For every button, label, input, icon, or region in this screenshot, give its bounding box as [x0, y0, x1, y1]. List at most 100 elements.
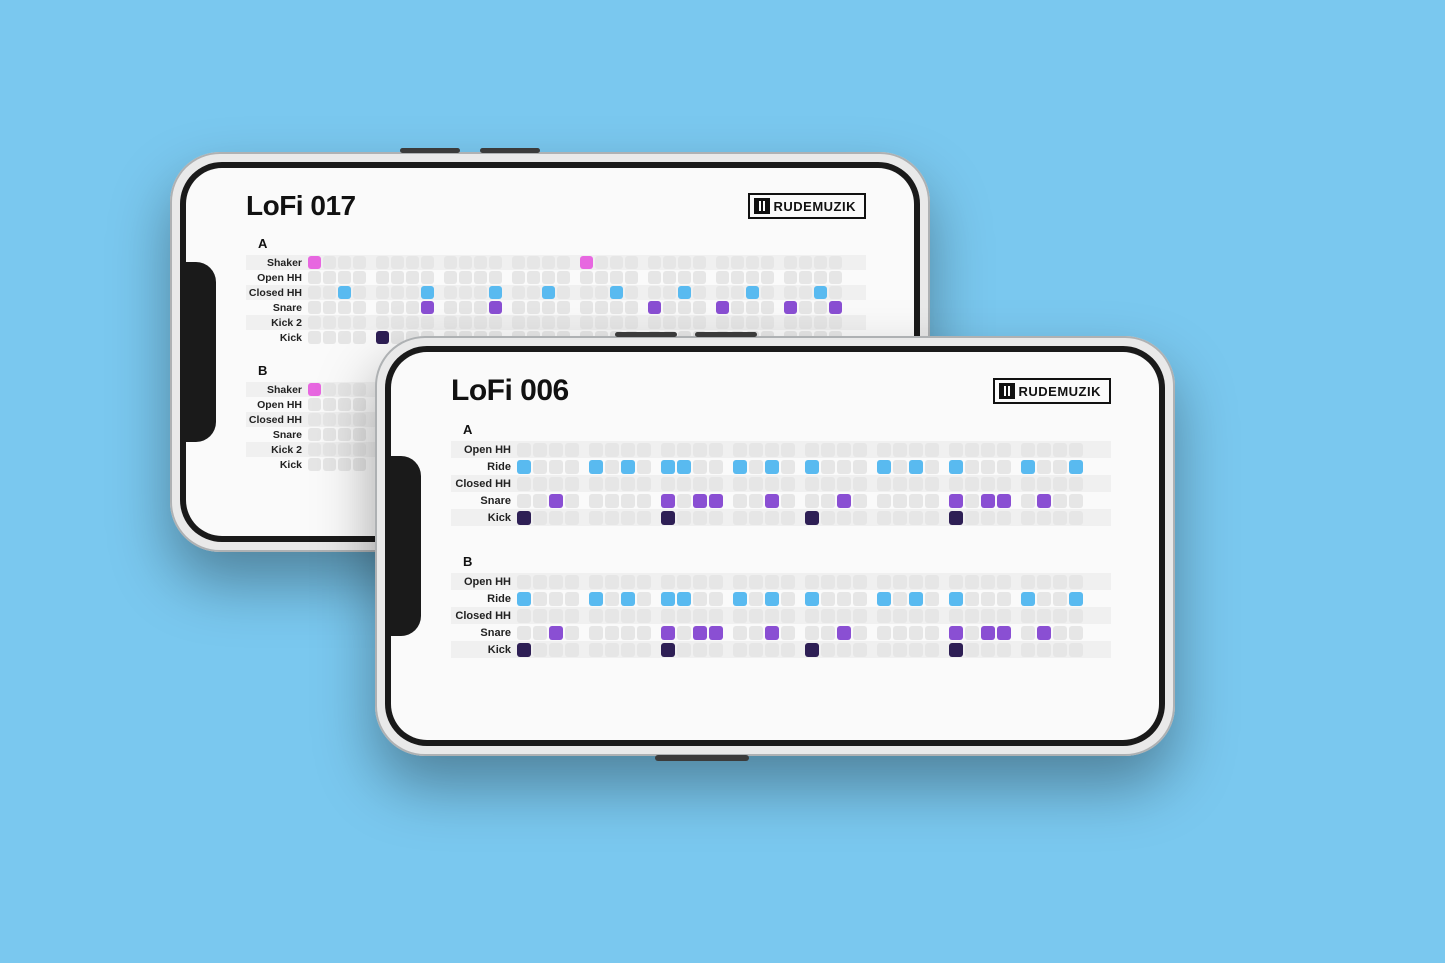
- step-cell[interactable]: [323, 383, 336, 396]
- step-cell[interactable]: [565, 477, 579, 491]
- step-cell[interactable]: [323, 301, 336, 314]
- step-cell[interactable]: [709, 443, 723, 457]
- step-cell[interactable]: [338, 256, 351, 269]
- step-cell[interactable]: [799, 256, 812, 269]
- step-cell[interactable]: [716, 301, 729, 314]
- step-cell[interactable]: [391, 301, 404, 314]
- step-cell[interactable]: [909, 511, 923, 525]
- step-cell[interactable]: [746, 256, 759, 269]
- step-cell[interactable]: [565, 511, 579, 525]
- step-cell[interactable]: [589, 460, 603, 474]
- step-cell[interactable]: [925, 511, 939, 525]
- step-cell[interactable]: [781, 643, 795, 657]
- step-cell[interactable]: [829, 301, 842, 314]
- step-cell[interactable]: [837, 626, 851, 640]
- step-cell[interactable]: [323, 286, 336, 299]
- step-cell[interactable]: [533, 443, 547, 457]
- step-cell[interactable]: [981, 494, 995, 508]
- step-cell[interactable]: [605, 477, 619, 491]
- step-cell[interactable]: [949, 443, 963, 457]
- step-cell[interactable]: [733, 494, 747, 508]
- step-cell[interactable]: [512, 271, 525, 284]
- step-cell[interactable]: [474, 316, 487, 329]
- step-cell[interactable]: [821, 494, 835, 508]
- step-cell[interactable]: [533, 460, 547, 474]
- step-cell[interactable]: [949, 643, 963, 657]
- step-cell[interactable]: [459, 301, 472, 314]
- step-cell[interactable]: [1037, 511, 1051, 525]
- step-cell[interactable]: [1069, 575, 1083, 589]
- step-cell[interactable]: [308, 271, 321, 284]
- step-cell[interactable]: [661, 609, 675, 623]
- step-cell[interactable]: [663, 301, 676, 314]
- step-cell[interactable]: [474, 286, 487, 299]
- step-cell[interactable]: [605, 494, 619, 508]
- step-cell[interactable]: [853, 609, 867, 623]
- step-cell[interactable]: [821, 460, 835, 474]
- step-cell[interactable]: [781, 477, 795, 491]
- step-cell[interactable]: [512, 301, 525, 314]
- step-cell[interactable]: [308, 286, 321, 299]
- step-cell[interactable]: [533, 592, 547, 606]
- step-cell[interactable]: [1053, 592, 1067, 606]
- step-cell[interactable]: [1021, 626, 1035, 640]
- step-cell[interactable]: [733, 575, 747, 589]
- step-cell[interactable]: [781, 575, 795, 589]
- step-cell[interactable]: [557, 301, 570, 314]
- step-cell[interactable]: [542, 286, 555, 299]
- step-cell[interactable]: [853, 575, 867, 589]
- step-cell[interactable]: [512, 286, 525, 299]
- step-cell[interactable]: [625, 301, 638, 314]
- step-cell[interactable]: [997, 511, 1011, 525]
- step-cell[interactable]: [805, 443, 819, 457]
- step-cell[interactable]: [693, 575, 707, 589]
- step-cell[interactable]: [533, 609, 547, 623]
- step-cell[interactable]: [749, 609, 763, 623]
- step-cell[interactable]: [1053, 626, 1067, 640]
- step-cell[interactable]: [308, 301, 321, 314]
- step-cell[interactable]: [621, 626, 635, 640]
- step-cell[interactable]: [677, 575, 691, 589]
- step-cell[interactable]: [308, 413, 321, 426]
- step-cell[interactable]: [565, 626, 579, 640]
- step-cell[interactable]: [693, 494, 707, 508]
- step-cell[interactable]: [709, 460, 723, 474]
- step-cell[interactable]: [621, 575, 635, 589]
- step-cell[interactable]: [1053, 511, 1067, 525]
- step-cell[interactable]: [837, 460, 851, 474]
- step-cell[interactable]: [621, 643, 635, 657]
- step-cell[interactable]: [805, 460, 819, 474]
- step-cell[interactable]: [533, 511, 547, 525]
- step-cell[interactable]: [746, 271, 759, 284]
- step-cell[interactable]: [693, 316, 706, 329]
- step-cell[interactable]: [595, 256, 608, 269]
- step-cell[interactable]: [678, 316, 691, 329]
- step-cell[interactable]: [663, 256, 676, 269]
- step-cell[interactable]: [1069, 494, 1083, 508]
- step-cell[interactable]: [749, 494, 763, 508]
- step-cell[interactable]: [784, 301, 797, 314]
- step-cell[interactable]: [733, 443, 747, 457]
- step-cell[interactable]: [661, 477, 675, 491]
- step-cell[interactable]: [746, 301, 759, 314]
- step-cell[interactable]: [444, 271, 457, 284]
- step-cell[interactable]: [829, 316, 842, 329]
- step-cell[interactable]: [376, 331, 389, 344]
- step-cell[interactable]: [565, 643, 579, 657]
- step-cell[interactable]: [949, 575, 963, 589]
- step-cell[interactable]: [784, 286, 797, 299]
- step-cell[interactable]: [1053, 643, 1067, 657]
- step-cell[interactable]: [765, 643, 779, 657]
- step-cell[interactable]: [353, 413, 366, 426]
- step-cell[interactable]: [637, 511, 651, 525]
- step-cell[interactable]: [693, 271, 706, 284]
- step-cell[interactable]: [799, 286, 812, 299]
- step-cell[interactable]: [610, 286, 623, 299]
- step-cell[interactable]: [821, 643, 835, 657]
- step-cell[interactable]: [421, 256, 434, 269]
- step-cell[interactable]: [621, 477, 635, 491]
- step-cell[interactable]: [749, 643, 763, 657]
- step-cell[interactable]: [589, 592, 603, 606]
- step-cell[interactable]: [925, 494, 939, 508]
- step-cell[interactable]: [557, 316, 570, 329]
